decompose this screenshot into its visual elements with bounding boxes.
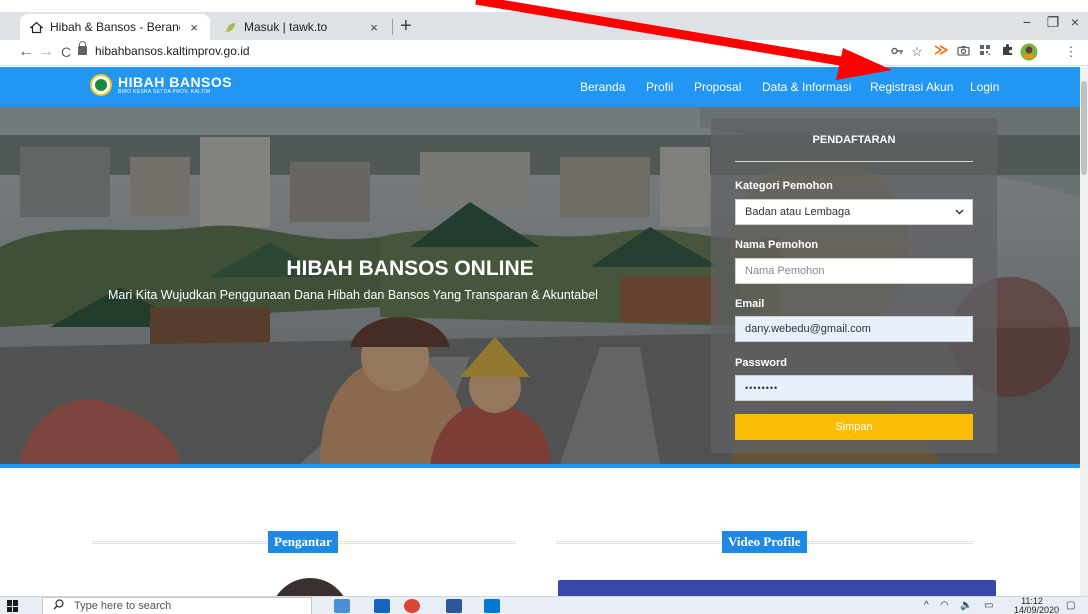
- menu-kebab-icon[interactable]: ⋮: [1062, 43, 1080, 61]
- wifi-icon[interactable]: ◠: [940, 600, 949, 611]
- windows-start-icon[interactable]: [7, 600, 19, 612]
- section-line: [92, 540, 268, 544]
- forward-button[interactable]: →: [36, 42, 56, 62]
- hero-subtitle: Mari Kita Wujudkan Penggunaan Dana Hibah…: [108, 288, 598, 302]
- windows-taskbar: Type here to search ^ ◠ 🔈 ▭ 11:12 14/09/…: [0, 596, 1088, 614]
- search-icon: [53, 599, 64, 613]
- section-line: [337, 540, 516, 544]
- tab-tawk-to[interactable]: Masuk | tawk.to ×: [214, 14, 390, 40]
- tab-close-icon[interactable]: ×: [366, 20, 382, 35]
- key-icon[interactable]: [888, 43, 906, 61]
- notifications-icon[interactable]: ▢: [1066, 600, 1075, 611]
- qr-icon[interactable]: [976, 43, 994, 61]
- chrome-icon[interactable]: [404, 599, 420, 613]
- form-title: PENDAFTARAN: [812, 134, 896, 146]
- taskbar-clock[interactable]: 11:12 14/09/2020: [1014, 597, 1060, 614]
- site-logo[interactable]: HIBAH BANSOS BIRO KESRA SETDA PROV. KALT…: [90, 74, 232, 96]
- logo-title: HIBAH BANSOS: [118, 73, 233, 90]
- search-placeholder: Type here to search: [74, 600, 172, 612]
- chevron-down-icon: [955, 200, 964, 234]
- volume-icon[interactable]: 🔈: [960, 600, 972, 611]
- section-header-video: Video Profile: [556, 531, 973, 553]
- taskbar-search[interactable]: Type here to search: [42, 597, 312, 614]
- tawk-leaf-icon: [222, 19, 238, 35]
- profile-avatar-icon[interactable]: [1020, 43, 1038, 66]
- camera-icon[interactable]: [954, 43, 972, 61]
- nama-input[interactable]: [735, 258, 973, 284]
- logo-subtitle: BIRO KESRA SETDA PROV. KALTIM: [118, 88, 211, 95]
- new-tab-button[interactable]: +: [400, 15, 412, 38]
- back-button[interactable]: ←: [16, 42, 36, 62]
- nav-proposal[interactable]: Proposal: [694, 80, 741, 94]
- hero-title: HIBAH BANSOS ONLINE: [286, 257, 534, 280]
- extension-a-icon[interactable]: [932, 43, 950, 61]
- browser-toolbar: ← → C hibahbansos.kaltimprov.go.id ☆ ⋮: [0, 40, 1088, 66]
- window-close-button[interactable]: ×: [1060, 14, 1088, 30]
- tab-title: Hibah & Bansos - Beranda - Inde: [50, 20, 180, 34]
- nav-beranda[interactable]: Beranda: [580, 80, 625, 94]
- puzzle-icon[interactable]: [998, 43, 1016, 61]
- home-outline-icon: [28, 19, 44, 35]
- kategori-selected-value: Badan atau Lembaga: [745, 206, 851, 218]
- lock-icon: [78, 41, 87, 55]
- tab-close-icon[interactable]: ×: [186, 20, 202, 35]
- section-title-video: Video Profile: [722, 531, 807, 553]
- nav-login[interactable]: Login: [970, 80, 999, 94]
- top-crop-band: [0, 0, 1088, 12]
- password-label: Password: [735, 357, 787, 369]
- hero-bottom-bar: [0, 464, 1080, 468]
- kategori-select[interactable]: Badan atau Lembaga: [735, 199, 973, 225]
- tray-chevron-icon[interactable]: ^: [924, 600, 929, 611]
- tab-title: Masuk | tawk.to: [244, 20, 328, 34]
- section-header-pengantar: Pengantar: [92, 531, 516, 553]
- mail-icon[interactable]: [374, 599, 390, 613]
- section-title-pengantar: Pengantar: [268, 531, 338, 553]
- kategori-label: Kategori Pemohon: [735, 180, 833, 192]
- registration-form: PENDAFTARAN Kategori Pemohon Badan atau …: [711, 118, 997, 453]
- star-icon[interactable]: ☆: [908, 43, 926, 61]
- scrollbar-thumb[interactable]: [1081, 81, 1087, 175]
- kaltim-emblem-icon: [90, 74, 112, 96]
- address-bar[interactable]: hibahbansos.kaltimprov.go.id: [95, 44, 250, 58]
- email-label: Email: [735, 298, 765, 310]
- clock-date: 14/09/2020: [1014, 605, 1060, 614]
- reload-button[interactable]: C: [56, 42, 76, 62]
- password-field[interactable]: ••••••••: [735, 375, 973, 401]
- page-scrollbar[interactable]: [1080, 67, 1088, 600]
- nav-data-informasi[interactable]: Data & Informasi: [762, 80, 851, 94]
- battery-icon[interactable]: ▭: [984, 600, 993, 611]
- task-view-icon[interactable]: [334, 599, 350, 613]
- site-header: HIBAH BANSOS BIRO KESRA SETDA PROV. KALT…: [0, 67, 1080, 107]
- tab-hibah-bansos[interactable]: Hibah & Bansos - Beranda - Inde ×: [20, 14, 210, 40]
- form-divider: [735, 161, 973, 162]
- section-line: [806, 540, 973, 544]
- tab-separator: [392, 19, 393, 35]
- nama-label: Nama Pemohon: [735, 239, 819, 251]
- nav-profil[interactable]: Profil: [646, 80, 673, 94]
- word-icon[interactable]: [446, 599, 462, 613]
- simpan-button[interactable]: Simpan: [735, 414, 973, 440]
- email-field[interactable]: dany.webedu@gmail.com: [735, 316, 973, 342]
- store-icon[interactable]: [484, 599, 500, 613]
- section-line: [556, 540, 722, 544]
- nav-registrasi-akun[interactable]: Registrasi Akun: [870, 80, 953, 94]
